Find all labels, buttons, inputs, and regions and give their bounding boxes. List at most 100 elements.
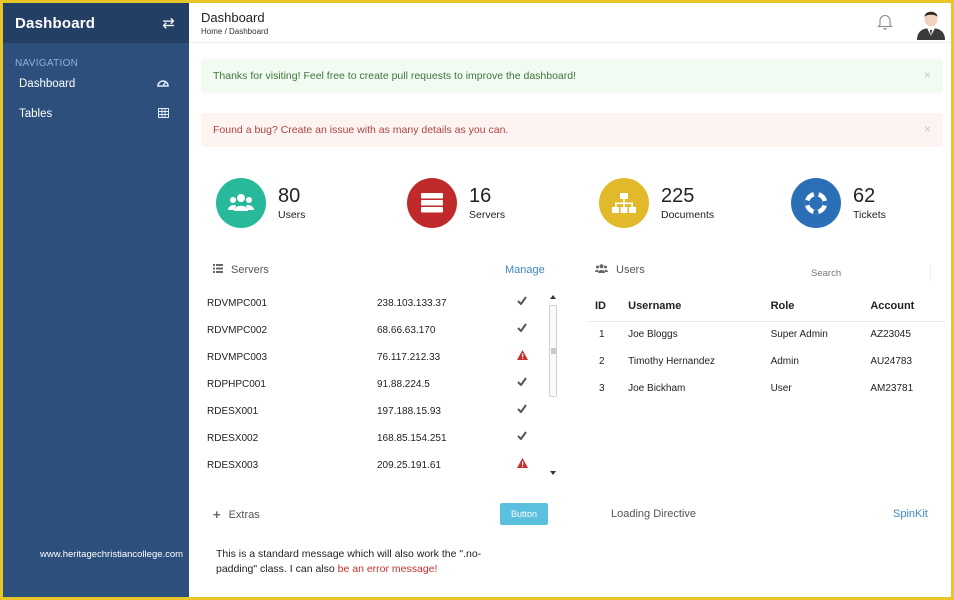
nav-section-label: NAVIGATION xyxy=(15,58,79,69)
server-name: RDESX002 xyxy=(207,433,259,444)
check-icon xyxy=(517,431,529,443)
users-widget-title: Users xyxy=(595,264,645,276)
stat-value: 16 xyxy=(469,185,492,207)
users-title-text: Users xyxy=(616,264,645,276)
success-alert-text: Thanks for visiting! Feel free to create… xyxy=(213,70,577,82)
breadcrumb[interactable]: Home / Dashboard xyxy=(201,27,268,36)
stat-servers: 16 Servers xyxy=(407,177,505,229)
loading-widget-title: Loading Directive xyxy=(611,508,696,520)
table-header-row: ID Username Role Account xyxy=(589,291,945,322)
table-row[interactable]: 2 Timothy Hernandez Admin AU24783 xyxy=(589,348,945,375)
list-icon xyxy=(213,264,223,276)
column-header[interactable]: Role xyxy=(764,291,865,322)
close-icon[interactable]: × xyxy=(924,122,931,136)
stat-tickets: 62 Tickets xyxy=(791,177,886,229)
table-cell: Joe Bickham xyxy=(628,383,686,394)
table-cell: Super Admin xyxy=(770,329,828,341)
sidebar-item-label: Dashboard xyxy=(19,78,76,90)
server-ip: 197.188.15.93 xyxy=(377,406,441,417)
grip-icon xyxy=(551,348,556,354)
main-content: Dashboard Home / Dashboard Thanks for vi… xyxy=(189,3,951,597)
table-cell: Timothy Hernandez xyxy=(628,356,716,367)
manage-link[interactable]: Manage xyxy=(505,264,545,276)
plus-icon: + xyxy=(213,507,221,522)
swap-icon[interactable]: ⇄ xyxy=(162,14,175,32)
table-row[interactable]: RDVMPC001 238.103.133.37 xyxy=(207,290,547,317)
table-cell: User xyxy=(770,383,792,394)
stat-value: 80 xyxy=(278,185,301,207)
users-icon xyxy=(595,264,608,276)
table-cell: 2 xyxy=(599,356,605,367)
app-window: Dashboard ⇄ NAVIGATION Dashboard Tables … xyxy=(3,3,951,597)
server-name: RDVMPC001 xyxy=(207,298,268,309)
server-name: RDPHPC001 xyxy=(207,379,266,390)
success-alert: Thanks for visiting! Feel free to create… xyxy=(201,59,943,93)
sidebar: Dashboard ⇄ NAVIGATION Dashboard Tables … xyxy=(3,3,189,597)
server-icon xyxy=(407,178,457,228)
sidebar-item-label: Tables xyxy=(19,108,53,120)
avatar[interactable] xyxy=(915,6,947,40)
users-table: ID Username Role Account 1 Joe Bloggs Supe… xyxy=(589,291,945,402)
stat-value: 62 xyxy=(853,185,876,207)
server-ip: 76.117.212.33 xyxy=(377,352,441,363)
table-cell: AZ23045 xyxy=(870,329,911,341)
column-header[interactable]: Username xyxy=(622,291,765,322)
check-icon xyxy=(517,296,529,308)
table-cell: AU24783 xyxy=(870,356,913,367)
table-row[interactable]: 1 Joe Bloggs Super Admin AZ23045 xyxy=(589,321,945,348)
server-ip: 68.66.63.170 xyxy=(377,325,436,336)
table-cell: 1 xyxy=(599,329,605,341)
extras-title-text: Extras xyxy=(228,508,260,521)
search-input[interactable] xyxy=(807,264,931,282)
server-name: RDVMPC002 xyxy=(207,325,268,336)
server-name: RDESX001 xyxy=(207,406,259,417)
scrollbar[interactable] xyxy=(548,295,558,475)
table-row[interactable]: 3 Joe Bickham User AM23781 xyxy=(589,375,945,402)
watermark-text: www.heritagechristiancollege.com xyxy=(40,549,184,560)
table-cell: Joe Bloggs xyxy=(628,329,678,341)
top-bar: Dashboard Home / Dashboard xyxy=(189,3,951,43)
stat-label: Tickets xyxy=(853,209,886,221)
table-row[interactable]: RDESX002 168.85.154.251 xyxy=(207,425,547,452)
table-cell: Admin xyxy=(770,356,799,367)
gauge-icon xyxy=(157,77,169,91)
table-row[interactable]: RDPHPC001 91.88.224.5 xyxy=(207,371,547,398)
server-name: RDVMPC003 xyxy=(207,352,268,363)
servers-widget-title: Servers xyxy=(213,264,269,276)
check-icon xyxy=(517,377,529,389)
server-ip: 91.88.224.5 xyxy=(377,379,430,390)
sidebar-item-dashboard[interactable]: Dashboard xyxy=(3,69,189,99)
table-icon xyxy=(158,107,169,121)
stat-users: 80 Users xyxy=(216,177,305,229)
sitemap-icon xyxy=(599,178,649,228)
table-row[interactable]: RDVMPC003 76.117.212.33 xyxy=(207,344,547,371)
column-header[interactable]: Account xyxy=(864,291,945,322)
table-row[interactable]: RDESX001 197.188.15.93 xyxy=(207,398,547,425)
danger-alert: Found a bug? Create an issue with as man… xyxy=(201,113,943,147)
scroll-up-icon[interactable] xyxy=(550,295,556,299)
spinkit-link[interactable]: SpinKit xyxy=(893,508,928,520)
scroll-down-icon[interactable] xyxy=(550,471,556,475)
close-icon[interactable]: × xyxy=(924,68,931,82)
table-row[interactable]: RDESX003 209.25.191.61 xyxy=(207,452,547,479)
column-header[interactable]: ID xyxy=(589,291,623,322)
loading-title-text: Loading Directive xyxy=(611,508,696,520)
table-row[interactable]: RDVMPC002 68.66.63.170 xyxy=(207,317,547,344)
page-title: Dashboard xyxy=(201,10,265,25)
servers-title-text: Servers xyxy=(231,264,269,276)
scroll-thumb[interactable] xyxy=(549,305,557,397)
table-cell: 3 xyxy=(599,383,605,394)
sidebar-header: Dashboard ⇄ xyxy=(3,3,189,43)
check-icon xyxy=(517,323,529,335)
bell-icon[interactable] xyxy=(877,13,893,31)
danger-alert-text: Found a bug? Create an issue with as man… xyxy=(213,124,509,136)
stat-value: 225 xyxy=(661,185,695,207)
warning-icon xyxy=(517,458,529,470)
extras-button[interactable]: Button xyxy=(500,503,548,525)
stat-label: Documents xyxy=(661,209,715,221)
warning-icon xyxy=(517,350,529,362)
stat-label: Users xyxy=(278,209,306,221)
lifering-icon xyxy=(791,178,841,228)
sidebar-title: Dashboard xyxy=(15,14,96,32)
sidebar-item-tables[interactable]: Tables xyxy=(3,99,189,129)
